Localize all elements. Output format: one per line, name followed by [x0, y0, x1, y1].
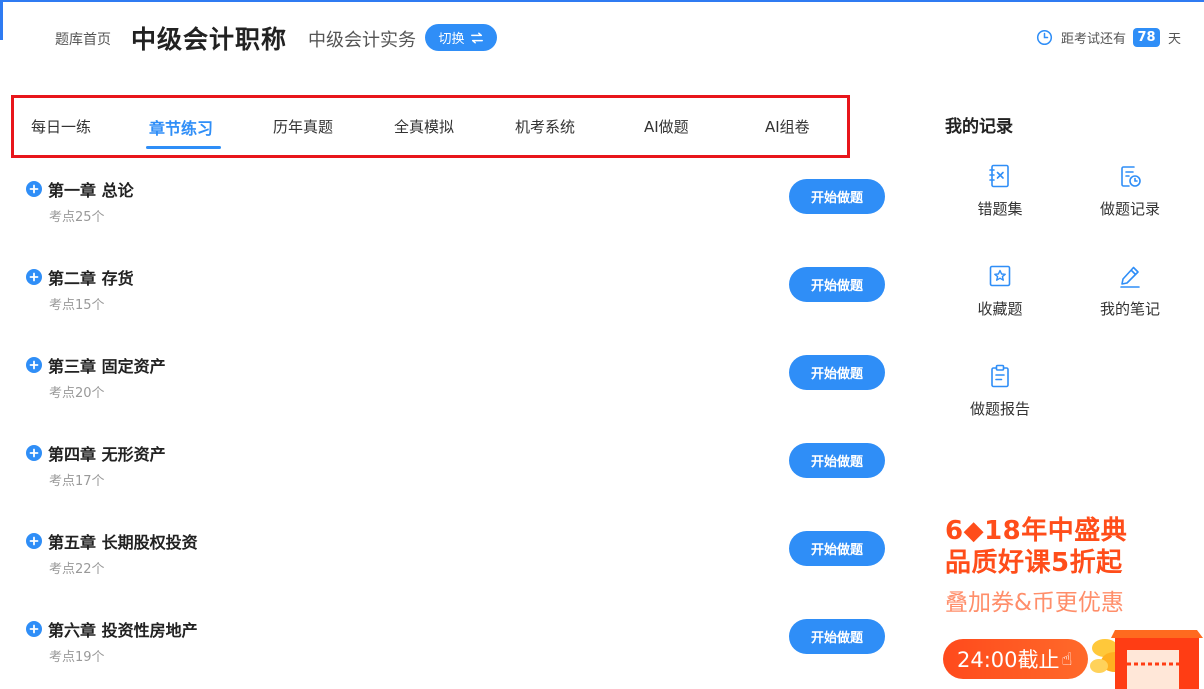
wrong-questions-label: 错题集 — [977, 200, 1023, 218]
chapter-points: 考点15个 — [49, 298, 105, 313]
expand-plus-icon[interactable] — [26, 357, 42, 373]
chapter-title: 第六章 投资性房地产 — [48, 621, 198, 640]
pointer-hand-icon: ☝ — [1061, 648, 1073, 670]
promo-subheadline: 品质好课5折起 — [945, 548, 1123, 578]
switch-label: 切换 — [438, 32, 465, 47]
favorites-label: 收藏题 — [977, 300, 1023, 318]
header: 题库首页 中级会计职称 中级会计实务 切换 距考试还有 78 天 — [0, 0, 1204, 72]
expand-plus-icon[interactable] — [26, 181, 42, 197]
start-practice-button[interactable]: 开始做题 — [789, 531, 885, 566]
page-title: 中级会计职称 — [131, 25, 288, 54]
chapter-points: 考点22个 — [49, 562, 105, 577]
practice-report-label: 做题报告 — [969, 400, 1030, 418]
records-title: 我的记录 — [945, 117, 1013, 137]
my-notes-label: 我的笔记 — [1099, 300, 1160, 318]
tab-ai-practice[interactable]: AI做题 — [644, 116, 689, 137]
chapter-title: 第一章 总论 — [48, 181, 134, 200]
expand-plus-icon[interactable] — [26, 533, 42, 549]
chapter-title: 第四章 无形资产 — [48, 445, 166, 464]
tab-computer-exam[interactable]: 机考系统 — [515, 116, 575, 137]
promo-banner[interactable]: 6◆18年中盛典 品质好课5折起 叠加券&币更优惠 24:00截止 ☝ — [940, 508, 1204, 689]
tab-chapter-practice[interactable]: 章节练习 — [149, 115, 213, 139]
promo-tagline: 叠加券&币更优惠 — [945, 590, 1124, 616]
wrong-questions-link[interactable]: 错题集 — [950, 163, 1050, 223]
chapter-title: 第五章 长期股权投资 — [48, 533, 198, 552]
chapter-item: 第一章 总论 考点25个 开始做题 — [0, 175, 900, 255]
pen-icon — [1120, 266, 1140, 288]
practice-history-link[interactable]: 做题记录 — [1080, 163, 1180, 223]
history-icon — [1121, 166, 1141, 187]
expand-plus-icon[interactable] — [26, 445, 42, 461]
chapter-title: 第三章 固定资产 — [48, 357, 166, 376]
countdown-unit: 天 — [1168, 31, 1182, 47]
tab-mock-exams[interactable]: 全真模拟 — [394, 116, 454, 137]
clock-icon — [1036, 29, 1053, 45]
chapter-item: 第二章 存货 考点15个 开始做题 — [0, 263, 900, 343]
countdown-days-badge: 78 — [1133, 27, 1161, 47]
expand-plus-icon[interactable] — [26, 269, 42, 285]
exam-countdown: 距考试还有 78 天 — [1036, 26, 1181, 48]
star-icon — [989, 265, 1011, 287]
start-practice-button[interactable]: 开始做题 — [789, 355, 885, 390]
breadcrumb-home[interactable]: 题库首页 — [55, 29, 111, 49]
swap-icon — [470, 31, 483, 44]
chapter-title: 第二章 存货 — [48, 269, 134, 288]
active-tab-underline — [146, 146, 221, 149]
promo-deadline-button[interactable]: 24:00截止 ☝ — [943, 639, 1088, 679]
start-practice-button[interactable]: 开始做题 — [789, 267, 885, 302]
start-practice-button[interactable]: 开始做题 — [789, 619, 885, 654]
practice-tabs: 每日一练 章节练习 历年真题 全真模拟 机考系统 AI做题 AI组卷 — [11, 95, 850, 158]
clipboard-icon — [991, 364, 1009, 388]
my-notes-link[interactable]: 我的笔记 — [1080, 263, 1180, 323]
tab-past-exams[interactable]: 历年真题 — [273, 116, 333, 137]
practice-history-label: 做题记录 — [1099, 200, 1160, 218]
countdown-prefix: 距考试还有 — [1061, 31, 1127, 47]
chapter-points: 考点19个 — [49, 650, 105, 665]
wrong-book-icon — [989, 164, 1009, 188]
chapter-points: 考点25个 — [49, 210, 105, 225]
start-practice-button[interactable]: 开始做题 — [789, 179, 885, 214]
chapter-item: 第四章 无形资产 考点17个 开始做题 — [0, 439, 900, 519]
gift-box-icon — [1090, 630, 1203, 689]
chapter-item: 第三章 固定资产 考点20个 开始做题 — [0, 351, 900, 431]
chapter-points: 考点20个 — [49, 386, 105, 401]
switch-subject-button[interactable]: 切换 — [425, 24, 497, 51]
promo-deadline-label: 24:00截止 — [957, 648, 1060, 672]
favorites-link[interactable]: 收藏题 — [950, 263, 1050, 323]
practice-report-link[interactable]: 做题报告 — [950, 363, 1050, 423]
tab-ai-paper[interactable]: AI组卷 — [765, 116, 810, 137]
subject-name: 中级会计实务 — [308, 30, 416, 51]
chapter-item: 第六章 投资性房地产 考点19个 开始做题 — [0, 615, 900, 689]
chapter-item: 第五章 长期股权投资 考点22个 开始做题 — [0, 527, 900, 607]
start-practice-button[interactable]: 开始做题 — [789, 443, 885, 478]
expand-plus-icon[interactable] — [26, 621, 42, 637]
tab-daily-practice[interactable]: 每日一练 — [31, 116, 91, 137]
chapter-points: 考点17个 — [49, 474, 105, 489]
